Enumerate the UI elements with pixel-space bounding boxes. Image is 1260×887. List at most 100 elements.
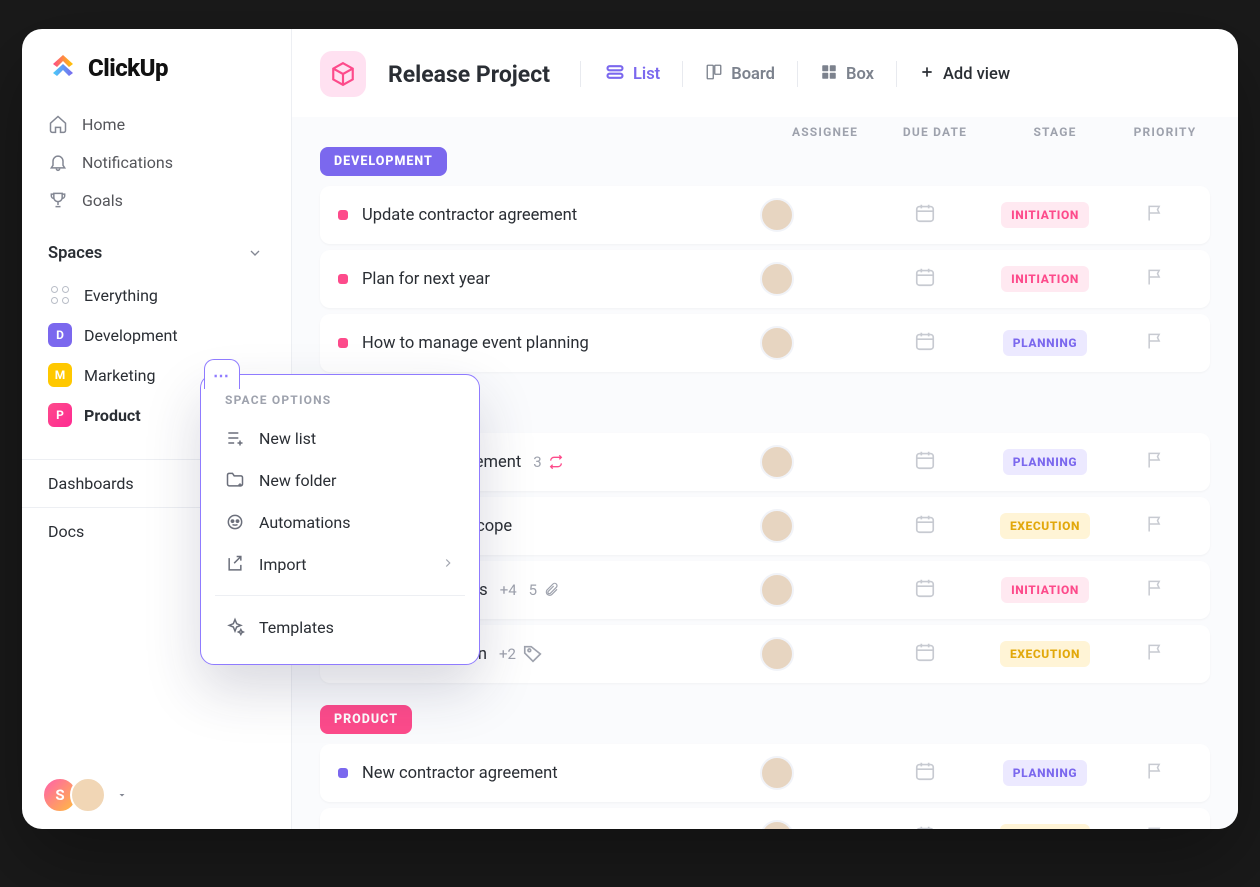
due-date-placeholder[interactable] [870, 266, 980, 292]
status-dot [338, 274, 348, 284]
import-icon [225, 554, 245, 574]
view-tabs: List Board Box Add view [603, 58, 1012, 91]
spaces-header[interactable]: Spaces [22, 229, 291, 271]
task-row[interactable]: New contractor agreement PLANNING [320, 744, 1210, 802]
stage-badge[interactable]: EXECUTION [1000, 513, 1090, 539]
stage-badge[interactable]: EXECUTION [1000, 641, 1090, 667]
assignee-avatar[interactable] [760, 445, 794, 479]
task-title: New contractor agreement [362, 764, 558, 783]
task-attachments: 5 [529, 581, 559, 599]
priority-placeholder[interactable] [1110, 267, 1200, 291]
stage-badge[interactable]: EXECUTION [1000, 824, 1090, 829]
sparkle-icon [225, 617, 245, 637]
assignee-avatar[interactable] [760, 756, 794, 790]
grid-dots-icon [48, 283, 72, 307]
task-group: PRODUCT New contractor agreement PLANNIN… [320, 705, 1210, 829]
stage-badge[interactable]: INITIATION [1001, 577, 1089, 603]
task-title: Plan for next year [362, 270, 490, 289]
assignee-avatar[interactable] [760, 573, 794, 607]
due-date-placeholder[interactable] [870, 824, 980, 829]
assignee-avatar[interactable] [760, 820, 794, 829]
status-dot [338, 210, 348, 220]
task-row[interactable]: Plan for next year INITIATION [320, 250, 1210, 308]
col-due-date: DUE DATE [880, 125, 990, 139]
logo[interactable]: ClickUp [22, 29, 291, 101]
space-label: Development [84, 326, 178, 345]
priority-placeholder[interactable] [1110, 578, 1200, 602]
nav-notifications[interactable]: Notifications [34, 143, 279, 181]
popover-automations[interactable]: Automations [211, 501, 469, 543]
status-dot [338, 338, 348, 348]
task-row[interactable]: How to manage event planning PLANNING [320, 314, 1210, 372]
task-group: DEVELOPMENT Update contractor agreement … [320, 147, 1210, 372]
stage-badge[interactable]: PLANNING [1003, 760, 1087, 786]
chevron-down-icon [245, 243, 265, 263]
list-add-icon [225, 428, 245, 448]
priority-placeholder[interactable] [1110, 331, 1200, 355]
space-label: Everything [84, 286, 158, 305]
popover-new-folder[interactable]: New folder [211, 459, 469, 501]
nav-goals[interactable]: Goals [34, 181, 279, 219]
logo-text: ClickUp [88, 54, 168, 82]
assignee-avatar[interactable] [760, 637, 794, 671]
popover-import[interactable]: Import [211, 543, 469, 585]
primary-nav: Home Notifications Goals [22, 101, 291, 229]
due-date-placeholder[interactable] [870, 577, 980, 603]
nav-label: Home [82, 115, 125, 134]
spaces-header-label: Spaces [48, 244, 102, 263]
avatar [70, 777, 106, 813]
priority-placeholder[interactable] [1110, 203, 1200, 227]
task-tag-count: +2 [499, 643, 544, 665]
space-development[interactable]: D Development [34, 315, 279, 355]
home-icon [48, 114, 68, 134]
due-date-placeholder[interactable] [870, 513, 980, 539]
due-date-placeholder[interactable] [870, 330, 980, 356]
add-view-button[interactable]: Add view [917, 60, 1012, 89]
priority-placeholder[interactable] [1110, 642, 1200, 666]
space-options-popover: SPACE OPTIONS New list New folder Automa… [200, 374, 480, 665]
folder-add-icon [225, 470, 245, 490]
task-title: How to manage event planning [362, 334, 589, 353]
logo-mark-icon [48, 53, 78, 83]
space-chip: P [48, 403, 72, 427]
nav-label: Goals [82, 191, 123, 210]
nav-home[interactable]: Home [34, 105, 279, 143]
group-pill[interactable]: DEVELOPMENT [320, 147, 447, 176]
group-pill[interactable]: PRODUCT [320, 705, 412, 734]
view-tab-box[interactable]: Box [818, 59, 876, 90]
view-tab-list[interactable]: List [603, 58, 662, 91]
due-date-placeholder[interactable] [870, 760, 980, 786]
popover-new-list[interactable]: New list [211, 417, 469, 459]
trophy-icon [48, 190, 68, 210]
space-label: Product [84, 406, 141, 425]
stage-badge[interactable]: INITIATION [1001, 202, 1089, 228]
nav-label: Notifications [82, 153, 173, 172]
priority-placeholder[interactable] [1110, 514, 1200, 538]
stage-badge[interactable]: INITIATION [1001, 266, 1089, 292]
assignee-avatar[interactable] [760, 262, 794, 296]
ellipsis-icon: ⋯ [213, 366, 231, 385]
priority-placeholder[interactable] [1110, 825, 1200, 829]
assignee-avatar[interactable] [760, 509, 794, 543]
project-icon [320, 51, 366, 97]
assignee-avatar[interactable] [760, 326, 794, 360]
stage-badge[interactable]: PLANNING [1003, 449, 1087, 475]
due-date-placeholder[interactable] [870, 202, 980, 228]
col-stage: STAGE [990, 125, 1120, 139]
popover-templates[interactable]: Templates [211, 606, 469, 648]
priority-placeholder[interactable] [1110, 450, 1200, 474]
space-chip: M [48, 363, 72, 387]
user-switcher[interactable]: S [22, 761, 291, 829]
due-date-placeholder[interactable] [870, 641, 980, 667]
assignee-avatar[interactable] [760, 198, 794, 232]
view-tab-board[interactable]: Board [703, 59, 777, 90]
board-view-icon [705, 63, 723, 86]
stage-badge[interactable]: PLANNING [1003, 330, 1087, 356]
space-everything[interactable]: Everything [34, 275, 279, 315]
task-count: 3 [533, 453, 563, 471]
priority-placeholder[interactable] [1110, 761, 1200, 785]
space-options-trigger[interactable]: ⋯ [204, 359, 240, 389]
due-date-placeholder[interactable] [870, 449, 980, 475]
task-row[interactable]: Update contractor agreement INITIATION [320, 186, 1210, 244]
task-row[interactable]: Refresh company website EXECUTION [320, 808, 1210, 829]
